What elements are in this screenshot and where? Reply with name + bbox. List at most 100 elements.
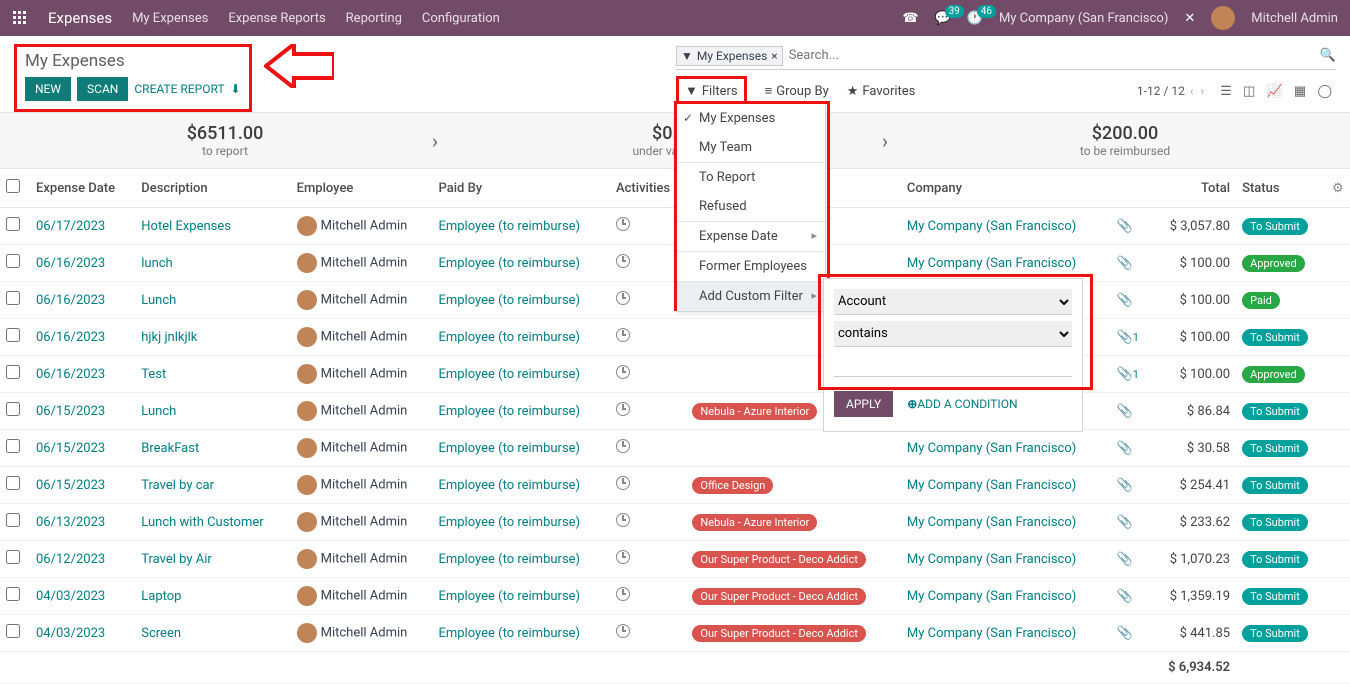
- messages-icon[interactable]: 💬39: [935, 11, 951, 26]
- cell-company[interactable]: My Company (San Francisco): [901, 208, 1111, 245]
- cell-paidby[interactable]: Employee (to reimburse): [432, 245, 610, 282]
- cell-employee[interactable]: Mitchell Admin: [291, 245, 433, 282]
- paperclip-icon[interactable]: 📎: [1117, 330, 1133, 345]
- cell-paidby[interactable]: Employee (to reimburse): [432, 393, 610, 430]
- cell-date[interactable]: 06/16/2023: [30, 356, 135, 393]
- favorites-button[interactable]: ★Favorites: [847, 84, 916, 99]
- custom-filter-value[interactable]: [834, 353, 1072, 377]
- col-paid[interactable]: Paid By: [432, 169, 610, 208]
- cell-activity[interactable]: [610, 430, 686, 467]
- table-row[interactable]: 06/16/2023TestMitchell AdminEmployee (to…: [0, 356, 1350, 393]
- col-company[interactable]: Company: [901, 169, 1111, 208]
- cell-attachment[interactable]: 📎: [1111, 615, 1151, 652]
- filter-former-employees[interactable]: Former Employees: [677, 251, 825, 281]
- cell-activity[interactable]: [610, 208, 686, 245]
- cell-desc[interactable]: Laptop: [135, 578, 290, 615]
- nav-expense-reports[interactable]: Expense Reports: [228, 11, 325, 26]
- create-report-button[interactable]: CREATE REPORT: [134, 82, 224, 96]
- company-selector[interactable]: My Company (San Francisco): [999, 11, 1168, 26]
- cell-employee[interactable]: Mitchell Admin: [291, 578, 433, 615]
- cell-company[interactable]: My Company (San Francisco): [901, 467, 1111, 504]
- cell-analytic[interactable]: Our Super Product - Deco Addict: [686, 578, 900, 615]
- add-condition-button[interactable]: ⊕ADD A CONDITION: [907, 397, 1017, 411]
- remove-tag-icon[interactable]: ×: [771, 49, 777, 63]
- cell-analytic[interactable]: Office Design: [686, 467, 900, 504]
- filter-to-report[interactable]: To Report: [677, 162, 825, 192]
- cell-attachment[interactable]: 📎1: [1111, 319, 1151, 356]
- cell-desc[interactable]: Lunch: [135, 282, 290, 319]
- cell-paidby[interactable]: Employee (to reimburse): [432, 578, 610, 615]
- cell-activity[interactable]: [610, 393, 686, 430]
- cell-paidby[interactable]: Employee (to reimburse): [432, 356, 610, 393]
- paperclip-icon[interactable]: 📎: [1117, 552, 1133, 567]
- table-row[interactable]: 04/03/2023ScreenMitchell AdminEmployee (…: [0, 615, 1350, 652]
- table-row[interactable]: 06/16/2023hjkj jnlkjlkMitchell AdminEmpl…: [0, 319, 1350, 356]
- cell-desc[interactable]: hjkj jnlkjlk: [135, 319, 290, 356]
- cell-desc[interactable]: Test: [135, 356, 290, 393]
- cell-desc[interactable]: Screen: [135, 615, 290, 652]
- paperclip-icon[interactable]: 📎: [1117, 626, 1133, 641]
- search-input[interactable]: [783, 44, 1320, 67]
- cell-paidby[interactable]: Employee (to reimburse): [432, 319, 610, 356]
- view-list-icon[interactable]: ☰: [1216, 84, 1236, 99]
- select-all-checkbox[interactable]: [6, 179, 20, 193]
- cell-desc[interactable]: Hotel Expenses: [135, 208, 290, 245]
- cell-employee[interactable]: Mitchell Admin: [291, 208, 433, 245]
- cell-date[interactable]: 06/16/2023: [30, 282, 135, 319]
- col-date[interactable]: Expense Date: [30, 169, 135, 208]
- custom-filter-field[interactable]: Account: [834, 289, 1072, 315]
- paperclip-icon[interactable]: 📎: [1117, 589, 1133, 604]
- row-checkbox[interactable]: [6, 328, 20, 342]
- cell-paidby[interactable]: Employee (to reimburse): [432, 430, 610, 467]
- paperclip-icon[interactable]: 📎: [1117, 256, 1133, 271]
- cell-employee[interactable]: Mitchell Admin: [291, 356, 433, 393]
- cell-date[interactable]: 06/15/2023: [30, 467, 135, 504]
- col-status[interactable]: Status: [1236, 169, 1326, 208]
- cell-activity[interactable]: [610, 319, 686, 356]
- groupby-button[interactable]: ≡Group By: [765, 83, 829, 99]
- cell-attachment[interactable]: 📎: [1111, 467, 1151, 504]
- cell-attachment[interactable]: 📎: [1111, 541, 1151, 578]
- paperclip-icon[interactable]: 📎: [1117, 293, 1133, 308]
- paperclip-icon[interactable]: 📎: [1117, 441, 1133, 456]
- cell-desc[interactable]: Travel by Air: [135, 541, 290, 578]
- cell-activity[interactable]: [610, 541, 686, 578]
- cell-desc[interactable]: BreakFast: [135, 430, 290, 467]
- user-name[interactable]: Mitchell Admin: [1251, 11, 1338, 26]
- table-row[interactable]: 06/12/2023Travel by AirMitchell AdminEmp…: [0, 541, 1350, 578]
- adjust-columns-icon[interactable]: ⚙: [1332, 181, 1344, 196]
- app-brand[interactable]: Expenses: [48, 9, 112, 27]
- cell-attachment[interactable]: 📎: [1111, 504, 1151, 541]
- col-desc[interactable]: Description: [135, 169, 290, 208]
- cell-date[interactable]: 06/16/2023: [30, 319, 135, 356]
- row-checkbox[interactable]: [6, 365, 20, 379]
- table-row[interactable]: 06/15/2023LunchMitchell AdminEmployee (t…: [0, 393, 1350, 430]
- cell-company[interactable]: My Company (San Francisco): [901, 504, 1111, 541]
- pager-next[interactable]: ›: [1198, 84, 1206, 98]
- filter-my-expenses[interactable]: My Expenses: [677, 104, 825, 133]
- table-row[interactable]: 06/15/2023Travel by carMitchell AdminEmp…: [0, 467, 1350, 504]
- cell-desc[interactable]: Travel by car: [135, 467, 290, 504]
- col-act[interactable]: Activities: [610, 169, 686, 208]
- scan-button[interactable]: SCAN: [77, 77, 128, 101]
- row-checkbox[interactable]: [6, 439, 20, 453]
- row-checkbox[interactable]: [6, 476, 20, 490]
- cell-activity[interactable]: [610, 356, 686, 393]
- row-checkbox[interactable]: [6, 217, 20, 231]
- paperclip-icon[interactable]: 📎: [1117, 515, 1133, 530]
- paperclip-icon[interactable]: 📎: [1117, 219, 1133, 234]
- paperclip-icon[interactable]: 📎: [1117, 404, 1133, 419]
- cell-employee[interactable]: Mitchell Admin: [291, 541, 433, 578]
- cell-attachment[interactable]: 📎: [1111, 578, 1151, 615]
- cell-activity[interactable]: [610, 504, 686, 541]
- cell-paidby[interactable]: Employee (to reimburse): [432, 504, 610, 541]
- card-to-reimburse[interactable]: $200.00 to be reimbursed: [900, 113, 1350, 168]
- cell-date[interactable]: 06/16/2023: [30, 245, 135, 282]
- cell-attachment[interactable]: 📎: [1111, 245, 1151, 282]
- table-row[interactable]: 06/16/2023lunchMitchell AdminEmployee (t…: [0, 245, 1350, 282]
- cell-company[interactable]: My Company (San Francisco): [901, 578, 1111, 615]
- cell-attachment[interactable]: 📎: [1111, 282, 1151, 319]
- cell-company[interactable]: My Company (San Francisco): [901, 541, 1111, 578]
- activities-icon[interactable]: 🕐46: [967, 11, 983, 26]
- cell-paidby[interactable]: Employee (to reimburse): [432, 467, 610, 504]
